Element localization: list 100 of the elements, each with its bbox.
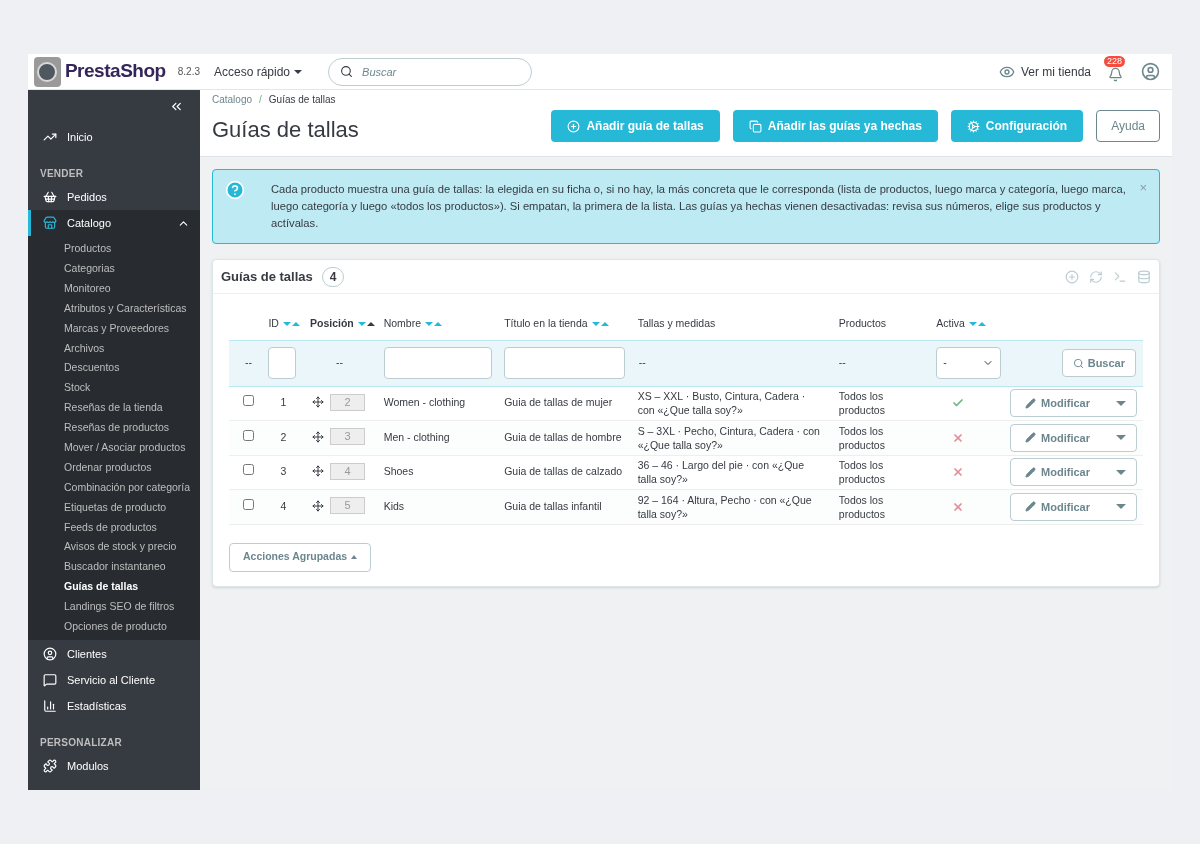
help-button[interactable]: Ayuda (1096, 110, 1160, 142)
drag-handle-icon[interactable] (312, 499, 324, 512)
account-icon[interactable] (1141, 62, 1160, 81)
cross-icon[interactable] (952, 431, 965, 444)
chart-icon (43, 698, 57, 713)
submenu-item[interactable]: Reseñas de la tienda (64, 400, 163, 416)
sidebar-item[interactable]: Estadísticas (28, 692, 200, 719)
submenu-item[interactable]: Archivos (64, 340, 105, 357)
view-store-link[interactable]: Ver mi tienda (1020, 62, 1091, 81)
position-field: 3 (330, 428, 365, 446)
bulk-actions-button[interactable]: Acciones Agrupadas (229, 542, 372, 572)
column-header: Productos (838, 315, 887, 331)
store-icon (43, 216, 57, 230)
section-heading: VENDER (40, 167, 84, 181)
submenu-item[interactable]: Guías de tallas (64, 579, 139, 595)
submenu-item[interactable]: Ordenar productos (64, 459, 152, 476)
search-field[interactable]: Buscar (328, 57, 533, 86)
dash-text: -- (638, 356, 646, 369)
submenu-item[interactable]: Stock (64, 380, 91, 397)
dash-text: -- (336, 356, 343, 369)
column-header[interactable]: Posición (310, 315, 354, 332)
basket-icon (43, 190, 57, 204)
id-cell: 4 (280, 499, 287, 512)
page-title: Guías de tallas (212, 116, 359, 144)
submenu-item[interactable]: Feeds de productos (64, 519, 157, 536)
logo-text[interactable]: PrestaShop (64, 57, 166, 86)
id-cell: 1 (280, 396, 287, 409)
sidebar-item[interactable]: Catalogo (28, 210, 200, 236)
sort-icon[interactable] (357, 321, 375, 326)
search-icon (1072, 357, 1084, 369)
notification-icon[interactable] (1107, 66, 1123, 82)
submenu-item[interactable]: Marcas y Proveedores (64, 320, 170, 337)
submenu-item[interactable]: Mover / Asociar productos (64, 439, 186, 456)
filter-field[interactable] (268, 347, 297, 379)
title-cell: Guia de tallas de mujer (504, 396, 613, 409)
submenu-item[interactable]: Opciones de producto (64, 619, 167, 635)
cross-icon[interactable] (952, 500, 965, 513)
copy-icon (748, 119, 762, 133)
row-checkbox[interactable] (243, 498, 254, 510)
name-cell: Kids (383, 499, 405, 512)
breadcrumb-item[interactable]: Catalogo (212, 92, 253, 107)
sidebar-item[interactable]: Modulos (28, 752, 200, 779)
gear-icon (966, 119, 980, 133)
column-header[interactable]: Nombre (383, 315, 421, 332)
drag-handle-icon[interactable] (312, 430, 324, 443)
add-icon (567, 119, 581, 133)
row-checkbox[interactable] (243, 429, 254, 441)
drag-handle-icon[interactable] (312, 396, 324, 409)
row-checkbox[interactable] (243, 395, 254, 407)
title-cell: Guia de tallas infantil (504, 499, 602, 512)
section-heading: PERSONALIZAR (40, 735, 122, 750)
quick-access-menu[interactable]: Acceso rápido (214, 62, 303, 81)
alert-text: Cada producto muestra una guía de tallas: la elegida en su ficha o, si no hay, la más concreta que le corresponda (lista de productos, luego marca y categoría, luego marca, luego categoría y luego «todos los productos»). Si empatan, la primera de la lista. Las guías ya hechas vienen desactivadas: revisa sus números, elige sus productos y actívalas. (270, 182, 1127, 231)
active-filter-select[interactable]: - (936, 347, 1002, 379)
submenu-item[interactable]: Reseñas de productos (64, 420, 170, 436)
position-field: 5 (330, 497, 365, 515)
cross-icon[interactable] (952, 466, 965, 479)
submenu-item[interactable]: Descuentos (64, 360, 120, 377)
products-cell: Todos los productos (838, 493, 885, 520)
sidebar-item[interactable]: Servicio al Cliente (28, 666, 200, 693)
name-cell: Women - clothing (383, 396, 466, 409)
submenu-item[interactable]: Categorias (64, 260, 115, 277)
submenu-item[interactable]: Productos (64, 241, 112, 257)
title-cell: Guia de tallas de calzado (504, 465, 623, 478)
user-icon (43, 646, 57, 661)
sidebar-item[interactable]: Pedidos (28, 184, 200, 210)
submenu-item[interactable]: Buscador instantaneo (64, 559, 166, 576)
submenu-item[interactable]: Monitoreo (64, 280, 111, 297)
column-header: Tallas y medidas (637, 315, 716, 331)
dash-text: -- (838, 356, 846, 369)
sizes-cell: S – 3XL · Pecho, Cintura, Cadera · con «¿Que talla soy?» (637, 424, 820, 451)
sidebar-item[interactable]: Clientes (28, 640, 200, 667)
sizes-cell: 36 – 46 · Largo del pie · con «¿Que talla soy?» (637, 459, 804, 486)
dash-text: -- (245, 356, 252, 369)
column-header[interactable]: Activa (936, 315, 965, 332)
column-header[interactable]: ID (268, 315, 279, 332)
submenu-item[interactable]: Avisos de stock y precio (64, 539, 177, 556)
sidebar-item[interactable]: Inicio (28, 124, 200, 150)
search-button[interactable]: Buscar (1061, 349, 1136, 377)
sizes-cell: XS – XXL · Busto, Cintura, Cadera · con «¿Que talla soy?» (637, 390, 806, 417)
breadcrumb-separator: / (259, 93, 262, 107)
filter-field[interactable] (504, 347, 626, 379)
search-icon (340, 64, 354, 78)
drag-handle-icon[interactable] (312, 465, 324, 478)
pencil-icon (1025, 432, 1037, 444)
submenu-item[interactable]: Landings SEO de filtros (64, 599, 175, 615)
submenu-item[interactable]: Atributos y Características (64, 300, 187, 317)
pencil-icon (1025, 466, 1037, 478)
submenu-item[interactable]: Etiquetas de producto (64, 499, 167, 516)
column-header[interactable]: Título en la tienda (504, 315, 588, 332)
row-checkbox[interactable] (243, 464, 254, 476)
sizes-cell: 92 – 164 · Altura, Pecho · con «¿Que talla soy?» (637, 493, 812, 520)
filter-field[interactable] (383, 347, 492, 379)
version-label: 8.2.3 (177, 65, 200, 79)
panel-title: Guías de tallas (221, 267, 313, 286)
submenu-item[interactable]: Combinación por categoría (64, 479, 191, 496)
name-cell: Men - clothing (383, 430, 450, 443)
id-cell: 2 (280, 430, 287, 443)
products-cell: Todos los productos (838, 390, 885, 417)
position-field: 2 (330, 393, 365, 411)
